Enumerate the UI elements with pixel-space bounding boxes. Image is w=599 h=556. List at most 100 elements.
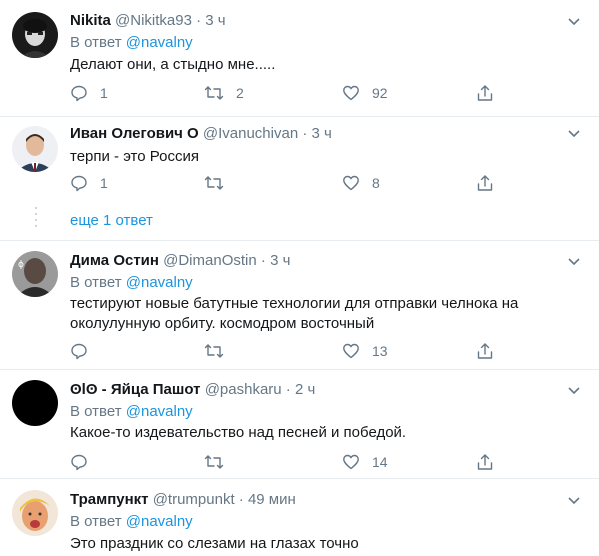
share-icon [477,175,493,191]
like-button[interactable]: 8 [342,173,380,193]
timestamp[interactable]: 49 мин [248,491,296,508]
heart-icon [343,85,359,101]
timestamp[interactable]: 3 ч [270,252,290,269]
heart-icon [343,343,359,359]
reply-button[interactable]: 1 [70,83,108,103]
share-icon [477,343,493,359]
share-button[interactable] [476,341,494,361]
author-name[interactable]: Трампункт [70,491,149,508]
tweet-header: Иван Олегович О @Ivanuchivan · 3 ч [70,124,332,144]
reply-prefix: В ответ [70,513,122,530]
author-name[interactable]: ʘlʘ - Яйца Пашот [70,381,201,398]
retweet-button[interactable] [204,452,236,472]
reply-icon [71,85,87,102]
separator-dot: · [302,125,308,142]
reply-count: 1 [100,175,108,191]
reply-mention-link[interactable]: @navalny [126,513,193,530]
svg-text:ϕ: ϕ [18,260,24,270]
avatar[interactable] [12,12,58,58]
avatar[interactable] [12,490,58,536]
reply-mention-link[interactable]: @navalny [126,274,193,291]
action-bar: 13 [70,341,510,361]
chevron-down-icon[interactable] [567,254,581,268]
retweet-count: 2 [236,85,244,101]
author-handle[interactable]: @Ivanuchivan [203,125,298,142]
timestamp[interactable]: 2 ч [295,381,315,398]
chevron-down-icon[interactable] [567,383,581,397]
retweet-button[interactable]: 2 [204,83,244,103]
author-handle[interactable]: @pashkaru [205,381,282,398]
author-name[interactable]: Иван Олегович О [70,125,199,142]
author-handle[interactable]: @trumpunkt [153,491,235,508]
reply-mention-link[interactable]: @navalny [126,34,193,51]
reply-mention-link[interactable]: @navalny [126,403,193,420]
separator-dot: · [260,252,266,269]
retweet-icon [204,86,224,100]
reply-count: 1 [100,85,108,101]
heart-icon [343,175,359,191]
reply-button[interactable] [70,452,100,472]
retweet-icon [204,455,224,469]
tweet-text: тестируют новые батутные технологии для … [70,295,519,332]
timestamp[interactable]: 3 ч [312,125,332,142]
thread-dotted-line [35,207,37,229]
separator-dot: · [285,381,291,398]
avatar[interactable] [12,380,58,426]
author-handle[interactable]: @Nikitka93 [115,12,192,29]
like-count: 13 [372,343,388,359]
share-icon [477,454,493,470]
share-button[interactable] [476,452,494,472]
author-name[interactable]: Nikita [70,12,111,29]
action-bar: 1 2 92 [70,83,510,103]
reply-button[interactable] [70,341,100,361]
tweet-header: ʘlʘ - Яйца Пашот @pashkaru · 2 ч [70,380,315,400]
tweet[interactable]: Иван Олегович О @Ivanuchivan · 3 ч терпи… [0,117,599,240]
tweet-text: Какое-то издевательство над песней и поб… [70,424,407,441]
retweet-button[interactable] [204,173,236,193]
retweet-icon [204,344,224,358]
reply-prefix: В ответ [70,274,122,291]
author-name[interactable]: Дима Остин [70,252,159,269]
like-count: 14 [372,454,388,470]
reply-button[interactable]: 1 [70,173,108,193]
action-bar: 1 8 [70,173,510,193]
tweet-text: терпи - это Россия [70,148,199,165]
reply-icon [71,454,87,471]
reply-context: В ответ @navalny [70,512,193,532]
reply-icon [71,175,87,192]
chevron-down-icon[interactable] [567,126,581,140]
chevron-down-icon[interactable] [567,493,581,507]
retweet-button[interactable] [204,341,236,361]
tweet-header: Трампункт @trumpunkt · 49 мин [70,490,296,510]
action-bar: 14 [70,452,510,472]
author-handle[interactable]: @DimanOstin [163,252,257,269]
reply-context: В ответ @navalny [70,273,193,293]
separator-dot: · [238,491,244,508]
avatar[interactable] [12,126,58,172]
reply-context: В ответ @navalny [70,33,193,53]
retweet-icon [204,176,224,190]
reply-prefix: В ответ [70,34,122,51]
timestamp[interactable]: 3 ч [205,12,225,29]
tweet[interactable]: ʘlʘ - Яйца Пашот @pashkaru · 2 ч В ответ… [0,370,599,478]
tweet[interactable]: Трампункт @trumpunkt · 49 мин В ответ @n… [0,479,599,556]
reply-icon [71,343,87,360]
like-button[interactable]: 92 [342,83,388,103]
separator-dot: · [196,12,202,29]
share-button[interactable] [476,83,494,103]
heart-icon [343,454,359,470]
avatar[interactable]: ϕ [12,251,58,297]
tweet[interactable]: ϕ Дима Остин @DimanOstin · 3 ч В ответ @… [0,241,599,369]
chevron-down-icon[interactable] [567,14,581,28]
like-button[interactable]: 14 [342,452,388,472]
show-more-replies-link[interactable]: еще 1 ответ [70,211,153,231]
like-button[interactable]: 13 [342,341,388,361]
tweet-text: Это праздник со слезами на глазах точно [70,535,359,552]
tweet[interactable]: Nikita @Nikitka93 · 3 ч В ответ @navalny… [0,0,599,117]
reply-context: В ответ @navalny [70,402,193,422]
tweet-text: Делают они, а стыдно мне..... [70,56,276,73]
like-count: 92 [372,85,388,101]
like-count: 8 [372,175,380,191]
share-button[interactable] [476,173,494,193]
share-icon [477,85,493,101]
